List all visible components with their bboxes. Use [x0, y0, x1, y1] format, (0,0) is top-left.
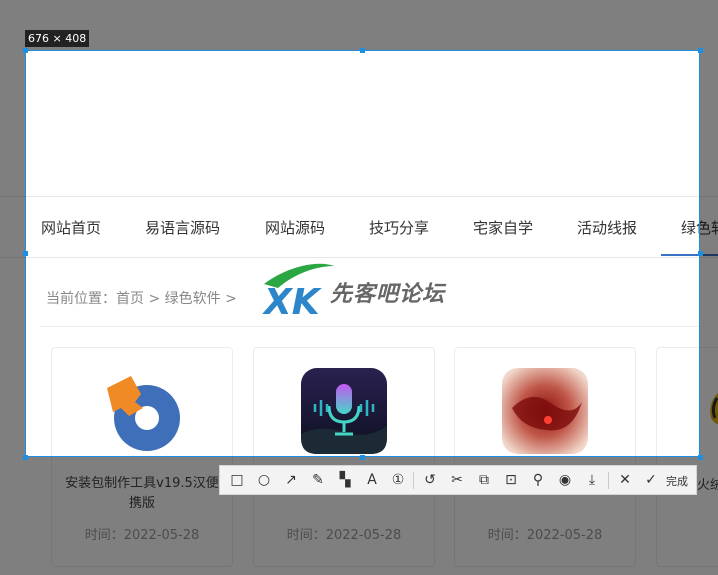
resize-handle-bottom[interactable] — [360, 455, 365, 460]
text-tool-icon[interactable]: A — [363, 471, 381, 489]
translate-icon[interactable]: ⧉ — [475, 471, 493, 489]
resize-handle-bottom-left[interactable] — [23, 455, 28, 460]
record-icon[interactable]: ◉ — [556, 471, 574, 489]
number-tool-icon[interactable]: ① — [389, 471, 407, 489]
resize-handle-left[interactable] — [23, 251, 28, 256]
resize-handle-right[interactable] — [698, 251, 703, 256]
ellipse-tool-icon[interactable]: ○ — [255, 471, 273, 489]
pin-icon[interactable]: ⚲ — [529, 471, 547, 489]
undo-icon[interactable]: ↺ — [421, 471, 439, 489]
ocr-icon[interactable]: ⊡ — [502, 471, 520, 489]
download-icon[interactable]: ⤓ — [583, 471, 601, 489]
scissors-icon[interactable]: ✂ — [448, 471, 466, 489]
mosaic-tool-icon[interactable]: ▚ — [336, 471, 354, 489]
resize-handle-top-right[interactable] — [698, 48, 703, 53]
check-icon[interactable]: ✓ — [642, 471, 660, 489]
resize-handle-top[interactable] — [360, 48, 365, 53]
capture-toolbar: □ ○ ↗ ✎ ▚ A ① ↺ ✂ ⧉ ⊡ ⚲ ◉ ⤓ ✕ ✓ 完成 — [219, 465, 697, 495]
close-icon[interactable]: ✕ — [616, 471, 634, 489]
dim-overlay-left — [0, 50, 25, 457]
dim-overlay-top — [0, 0, 718, 50]
resize-handle-bottom-right[interactable] — [698, 455, 703, 460]
capture-selection[interactable] — [25, 50, 700, 457]
arrow-tool-icon[interactable]: ↗ — [282, 471, 300, 489]
toolbar-separator — [608, 472, 609, 489]
resize-handle-top-left[interactable] — [23, 48, 28, 53]
toolbar-separator — [413, 472, 414, 489]
done-button-label[interactable]: 完成 — [666, 473, 688, 489]
pencil-tool-icon[interactable]: ✎ — [309, 471, 327, 489]
selection-size-label: 676 × 408 — [25, 30, 90, 47]
rectangle-tool-icon[interactable]: □ — [228, 471, 246, 489]
